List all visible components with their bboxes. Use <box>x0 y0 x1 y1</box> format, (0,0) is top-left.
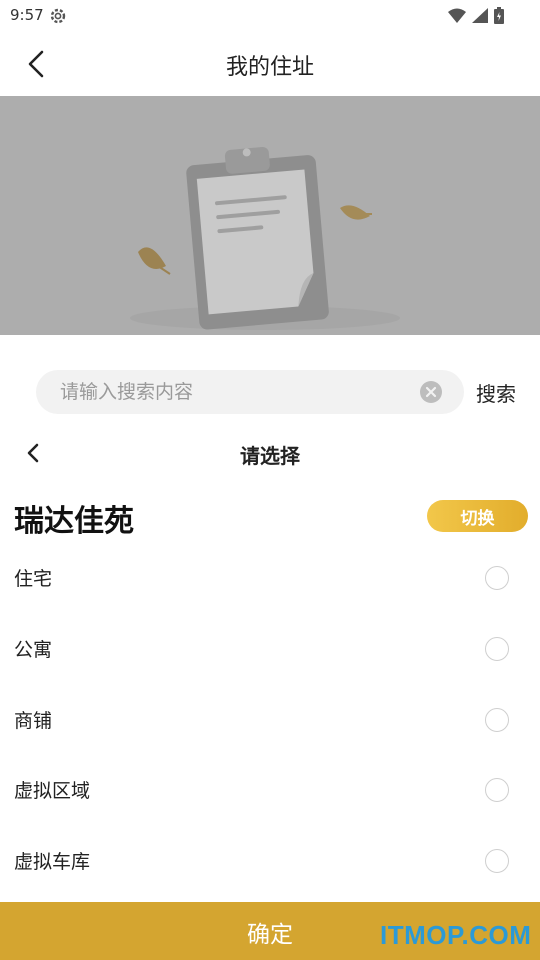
app-bar: 我的住址 <box>0 32 540 96</box>
option-virtual-garage[interactable]: 虚拟车库 <box>0 827 540 897</box>
clear-icon[interactable] <box>420 381 442 403</box>
status-time: 9:57 <box>10 6 44 24</box>
status-bar: 9:57 <box>0 0 540 32</box>
picker-header: 请选择 <box>0 430 540 476</box>
wifi-icon <box>448 8 466 27</box>
radio-button[interactable] <box>485 778 509 802</box>
search-button[interactable]: 搜索 <box>476 378 516 407</box>
option-residence[interactable]: 住宅 <box>0 544 540 614</box>
leaf-icon-right <box>340 205 372 220</box>
search-input[interactable] <box>60 370 410 414</box>
radio-button[interactable] <box>485 566 509 590</box>
leaf-icon-left <box>138 247 171 275</box>
option-shop[interactable]: 商铺 <box>0 686 540 756</box>
radio-button[interactable] <box>485 637 509 661</box>
option-label: 公寓 <box>14 639 53 661</box>
gear-icon <box>48 6 68 30</box>
page-title: 我的住址 <box>225 55 314 80</box>
battery-icon <box>494 7 504 28</box>
option-label: 虚拟区域 <box>14 780 91 802</box>
empty-state-banner <box>0 96 540 335</box>
option-virtual-area[interactable]: 虚拟区域 <box>0 756 540 826</box>
option-apartment[interactable]: 公寓 <box>0 615 540 685</box>
switch-button[interactable]: 切换 <box>427 500 528 532</box>
option-label: 住宅 <box>14 568 53 590</box>
search-box <box>36 370 464 414</box>
picker-title: 请选择 <box>240 444 300 468</box>
radio-button[interactable] <box>485 708 509 732</box>
radio-button[interactable] <box>485 849 509 873</box>
option-label: 虚拟车库 <box>14 851 91 873</box>
community-name: 瑞达佳苑 <box>14 504 134 539</box>
clipboard-illustration <box>130 147 400 330</box>
status-icons <box>448 7 504 28</box>
watermark: ITMOP.COM <box>380 920 532 950</box>
option-label: 商铺 <box>14 710 53 732</box>
signal-icon <box>472 8 488 27</box>
